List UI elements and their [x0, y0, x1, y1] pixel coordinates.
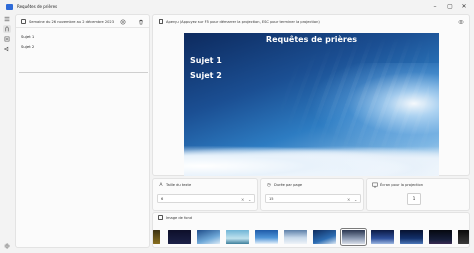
preview-topic-2: Sujet 2: [190, 71, 222, 80]
image-icon: [158, 215, 163, 220]
megaphone-icon: [4, 46, 9, 52]
preview-title: Requêtes de prières: [265, 35, 358, 44]
topic-item-2[interactable]: Sujet 2: [21, 44, 34, 49]
duration-select[interactable]: 15 × ⌄: [265, 194, 361, 203]
background-panel: Image de fond: [152, 212, 470, 248]
maximize-button[interactable]: ▢: [445, 3, 455, 11]
nav-announcements[interactable]: [3, 45, 11, 53]
eye-icon: [458, 19, 464, 25]
topics-divider: [19, 72, 148, 73]
document-icon: [159, 19, 163, 24]
background-thumbnail-7[interactable]: [313, 230, 336, 244]
visibility-button[interactable]: [458, 19, 464, 26]
background-thumbnail-8-selected[interactable]: [339, 227, 368, 247]
monitor-icon: [372, 182, 378, 188]
close-button[interactable]: ✕: [459, 3, 469, 11]
delete-button[interactable]: [137, 18, 144, 25]
nav-rail: [0, 14, 14, 253]
gear-icon: [4, 243, 10, 249]
calendar-icon: [21, 19, 26, 24]
background-thumbnail-2[interactable]: [168, 230, 191, 244]
preview-topic-1: Sujet 1: [190, 56, 222, 65]
add-circle-icon: [120, 19, 125, 24]
projection-screen-panel: Écran pour la projection 1: [366, 178, 470, 211]
trash-icon: [138, 19, 143, 24]
background-thumbnail-1[interactable]: [153, 230, 160, 244]
minimize-button[interactable]: –: [430, 3, 440, 11]
sun-rays: [269, 33, 429, 153]
duration-value: 15: [269, 197, 274, 201]
clear-icon[interactable]: ×: [241, 197, 244, 202]
text-size-icon: A: [159, 182, 163, 188]
topic-item-1[interactable]: Sujet 1: [21, 34, 34, 39]
add-button[interactable]: [119, 18, 126, 25]
background-thumbnail-6[interactable]: [284, 230, 307, 244]
background-thumbnail-11[interactable]: [429, 230, 452, 244]
background-thumbnail-9[interactable]: [371, 230, 394, 244]
week-label: Semaine du 26 novembre au 2 décembre 202…: [29, 19, 114, 24]
preview-panel: Aperçu (Appuyez sur F5 pour démarrer la …: [152, 14, 470, 176]
projection-preview[interactable]: Requêtes de prières Sujet 1 Sujet 2: [184, 33, 439, 176]
nav-list[interactable]: [3, 35, 11, 43]
window-title: Requêtes de prières: [17, 4, 58, 9]
text-size-label: Taille du texte: [166, 183, 192, 187]
duration-label: Durée par page: [274, 183, 303, 187]
app-icon: [6, 4, 13, 10]
chevron-down-icon[interactable]: ⌄: [248, 197, 251, 202]
chevron-down-icon[interactable]: ⌄: [354, 197, 357, 202]
background-label: Image de fond: [166, 216, 193, 220]
duration-panel: ◷ Durée par page 15 × ⌄: [260, 178, 364, 211]
title-bar: Requêtes de prières – ▢ ✕: [0, 0, 474, 14]
prayer-icon: [5, 26, 9, 32]
clear-icon[interactable]: ×: [347, 197, 350, 202]
background-thumbnail-10[interactable]: [400, 230, 423, 244]
background-thumbnail-5[interactable]: [255, 230, 278, 244]
timer-icon: ◷: [266, 182, 271, 188]
week-header: Semaine du 26 novembre au 2 décembre 202…: [16, 15, 149, 28]
projection-screen-button[interactable]: 1: [407, 193, 421, 205]
projection-screen-label: Écran pour la projection: [380, 183, 424, 187]
text-size-panel: A Taille du texte 6 × ⌄: [152, 178, 258, 211]
text-size-select[interactable]: 6 × ⌄: [157, 194, 255, 203]
preview-label: Aperçu (Appuyez sur F5 pour démarrer la …: [166, 19, 320, 24]
text-size-value: 6: [161, 197, 164, 201]
list-icon: [4, 36, 10, 42]
background-thumbnail-3[interactable]: [197, 230, 220, 244]
settings-button[interactable]: [3, 242, 11, 250]
background-thumbnail-4[interactable]: [226, 230, 249, 244]
topics-panel: Semaine du 26 novembre au 2 décembre 202…: [15, 14, 150, 248]
clouds: [184, 142, 439, 176]
nav-prayer-requests[interactable]: [3, 25, 11, 33]
hamburger-icon[interactable]: [3, 15, 11, 23]
background-thumbnail-12[interactable]: [458, 230, 469, 244]
